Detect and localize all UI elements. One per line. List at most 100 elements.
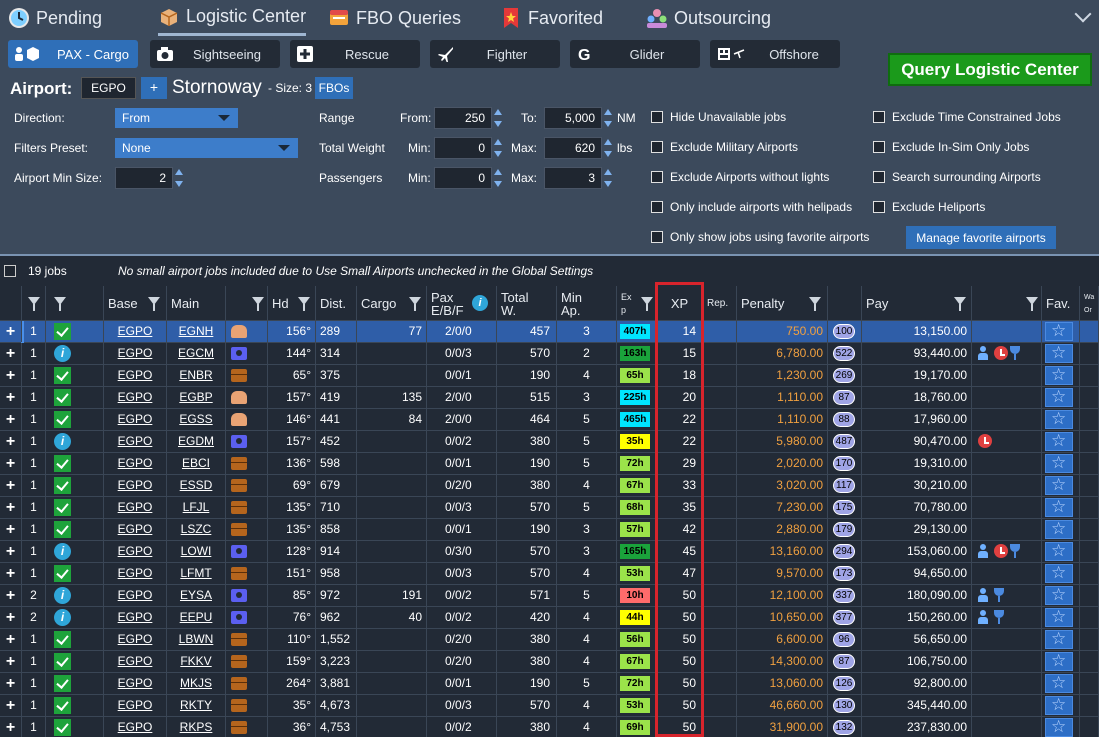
header-type[interactable] (226, 286, 268, 321)
row-base[interactable]: EGPO (104, 541, 167, 562)
base-link[interactable]: EGPO (118, 434, 153, 448)
expand-row-button[interactable]: + (0, 365, 22, 386)
row-base[interactable]: EGPO (104, 563, 167, 584)
main-link[interactable]: EGCM (178, 346, 214, 360)
main-link[interactable]: EGDM (178, 434, 214, 448)
table-row[interactable]: +1 EGPO EBCI 136° 598 0/0/1 190 5 72h 29 2,020.00 1… (0, 453, 1099, 475)
table-row[interactable]: +2 EGPO EEPU 76°962400/0/2420444h 50 10,650.0… (0, 607, 1099, 629)
info-icon[interactable]: i (472, 295, 488, 311)
favorite-star-button[interactable]: ☆ (1045, 541, 1073, 561)
row-main[interactable]: FKKV (167, 651, 226, 672)
table-row[interactable]: +1 EGPO MKJS 264° 3,881 0/0/1 190 5 72h 50 13,060.… (0, 673, 1099, 695)
tab-favorited[interactable]: Favorited (500, 0, 603, 36)
row-base[interactable]: EGPO (104, 519, 167, 540)
favorite-star-button[interactable]: ☆ (1045, 673, 1073, 693)
mode-pax-cargo-button[interactable]: PAX - Cargo (8, 40, 138, 68)
row-base[interactable]: EGPO (104, 673, 167, 694)
base-link[interactable]: EGPO (118, 632, 153, 646)
header-exp[interactable]: Ex p (617, 286, 657, 321)
airport-min-size-spinner[interactable] (175, 167, 183, 189)
header-total-weight[interactable]: Total W. (497, 286, 557, 321)
base-link[interactable]: EGPO (118, 346, 153, 360)
row-fav[interactable]: ☆ (1042, 475, 1080, 496)
row-main[interactable]: RKTY (167, 695, 226, 716)
range-to-input[interactable]: 5,000 (544, 107, 602, 129)
weight-max-input[interactable]: 620 (544, 137, 602, 159)
table-row[interactable]: +1 EGPO LFJL 135° 710 0/0/3 570 5 68h 35 7,230.00 1… (0, 497, 1099, 519)
favorite-star-button[interactable]: ☆ (1045, 563, 1073, 583)
airport-min-size-input[interactable]: 2 (115, 167, 173, 189)
favorite-star-button[interactable]: ☆ (1045, 431, 1073, 451)
row-base[interactable]: EGPO (104, 431, 167, 452)
hide-unavailable-checkbox[interactable]: Hide Unavailable jobs (651, 110, 786, 124)
favorite-star-button[interactable]: ☆ (1045, 629, 1073, 649)
base-link[interactable]: EGPO (118, 698, 153, 712)
main-link[interactable]: RKPS (180, 720, 213, 734)
main-link[interactable]: EGBP (179, 390, 212, 404)
header-min-ap[interactable]: Min Ap. (557, 286, 617, 321)
main-link[interactable]: LSZC (181, 522, 212, 536)
header-main[interactable]: Main (167, 286, 226, 321)
header-last[interactable]: Wa Or (1080, 286, 1099, 321)
row-base[interactable]: EGPO (104, 717, 167, 737)
row-base[interactable]: EGPO (104, 607, 167, 628)
row-fav[interactable]: ☆ (1042, 717, 1080, 737)
row-fav[interactable]: ☆ (1042, 321, 1080, 342)
table-row[interactable]: +1 EGPO LOWI 128°914 0/3/05703165h 45 13,160.0… (0, 541, 1099, 563)
table-row[interactable]: +1 EGPO LSZC 135° 858 0/0/1 190 3 57h 42 2,880.00 1… (0, 519, 1099, 541)
main-link[interactable]: LFJL (183, 500, 210, 514)
favorite-star-button[interactable]: ☆ (1045, 409, 1073, 429)
exclude-in-sim-checkbox[interactable]: Exclude In-Sim Only Jobs (873, 140, 1029, 154)
exclude-time-constrained-checkbox[interactable]: Exclude Time Constrained Jobs (873, 110, 1061, 124)
table-row[interactable]: +1 EGPO LBWN 110° 1,552 0/2/0 380 4 56h 50 6,600.0… (0, 629, 1099, 651)
header-xp[interactable]: XP (657, 286, 703, 321)
row-main[interactable]: RKPS (167, 717, 226, 737)
row-fav[interactable]: ☆ (1042, 453, 1080, 474)
row-fav[interactable]: ☆ (1042, 563, 1080, 584)
row-base[interactable]: EGPO (104, 695, 167, 716)
base-link[interactable]: EGPO (118, 720, 153, 734)
row-base[interactable]: EGPO (104, 387, 167, 408)
favorite-star-button[interactable]: ☆ (1045, 453, 1073, 473)
main-link[interactable]: EEPU (180, 610, 213, 624)
row-main[interactable]: LSZC (167, 519, 226, 540)
table-row[interactable]: +1 EGPO ESSD 69° 679 0/2/0 380 4 67h 33 3,020.00 11… (0, 475, 1099, 497)
range-to-spinner[interactable] (604, 107, 612, 129)
pax-min-input[interactable]: 0 (434, 167, 492, 189)
favorite-star-button[interactable]: ☆ (1045, 343, 1073, 363)
table-row[interactable]: +1 EGPO EGDM 157°452 0/0/2380535h 22 5,980.00 4… (0, 431, 1099, 453)
header-status[interactable] (46, 286, 104, 321)
row-fav[interactable]: ☆ (1042, 431, 1080, 452)
expand-row-button[interactable]: + (0, 563, 22, 584)
select-all-checkbox[interactable] (4, 265, 16, 277)
row-fav[interactable]: ☆ (1042, 497, 1080, 518)
tab-pending[interactable]: Pending (8, 0, 102, 36)
mode-glider-button[interactable]: G Glider (570, 40, 700, 68)
only-helipads-checkbox[interactable]: Only include airports with helipads (651, 200, 852, 214)
expand-row-button[interactable]: + (0, 629, 22, 650)
base-link[interactable]: EGPO (118, 500, 153, 514)
row-base[interactable]: EGPO (104, 585, 167, 606)
base-link[interactable]: EGPO (118, 478, 153, 492)
main-link[interactable]: LFMT (180, 566, 211, 580)
table-row[interactable]: +1 EGPO LFMT 151° 958 0/0/3 570 4 53h 47 9,570.00 1… (0, 563, 1099, 585)
main-link[interactable]: LBWN (179, 632, 214, 646)
header-fav[interactable]: Fav. (1042, 286, 1080, 321)
main-link[interactable]: EGNH (179, 324, 214, 338)
row-base[interactable]: EGPO (104, 343, 167, 364)
filter-icon[interactable] (54, 297, 66, 311)
row-fav[interactable]: ☆ (1042, 409, 1080, 430)
row-fav[interactable]: ☆ (1042, 387, 1080, 408)
add-airport-button[interactable]: + (141, 77, 167, 99)
expand-row-button[interactable]: + (0, 541, 22, 562)
expand-row-button[interactable]: + (0, 343, 22, 364)
base-link[interactable]: EGPO (118, 390, 153, 404)
favorite-star-button[interactable]: ☆ (1045, 607, 1073, 627)
main-link[interactable]: ENBR (179, 368, 212, 382)
table-row[interactable]: +1 EGPO EGBP 157° 419 135 2/0/0 515 3 225h 20 1,110… (0, 387, 1099, 409)
row-base[interactable]: EGPO (104, 629, 167, 650)
row-main[interactable]: LFMT (167, 563, 226, 584)
expand-row-button[interactable]: + (0, 651, 22, 672)
expand-row-button[interactable]: + (0, 673, 22, 694)
expand-row-button[interactable]: + (0, 695, 22, 716)
